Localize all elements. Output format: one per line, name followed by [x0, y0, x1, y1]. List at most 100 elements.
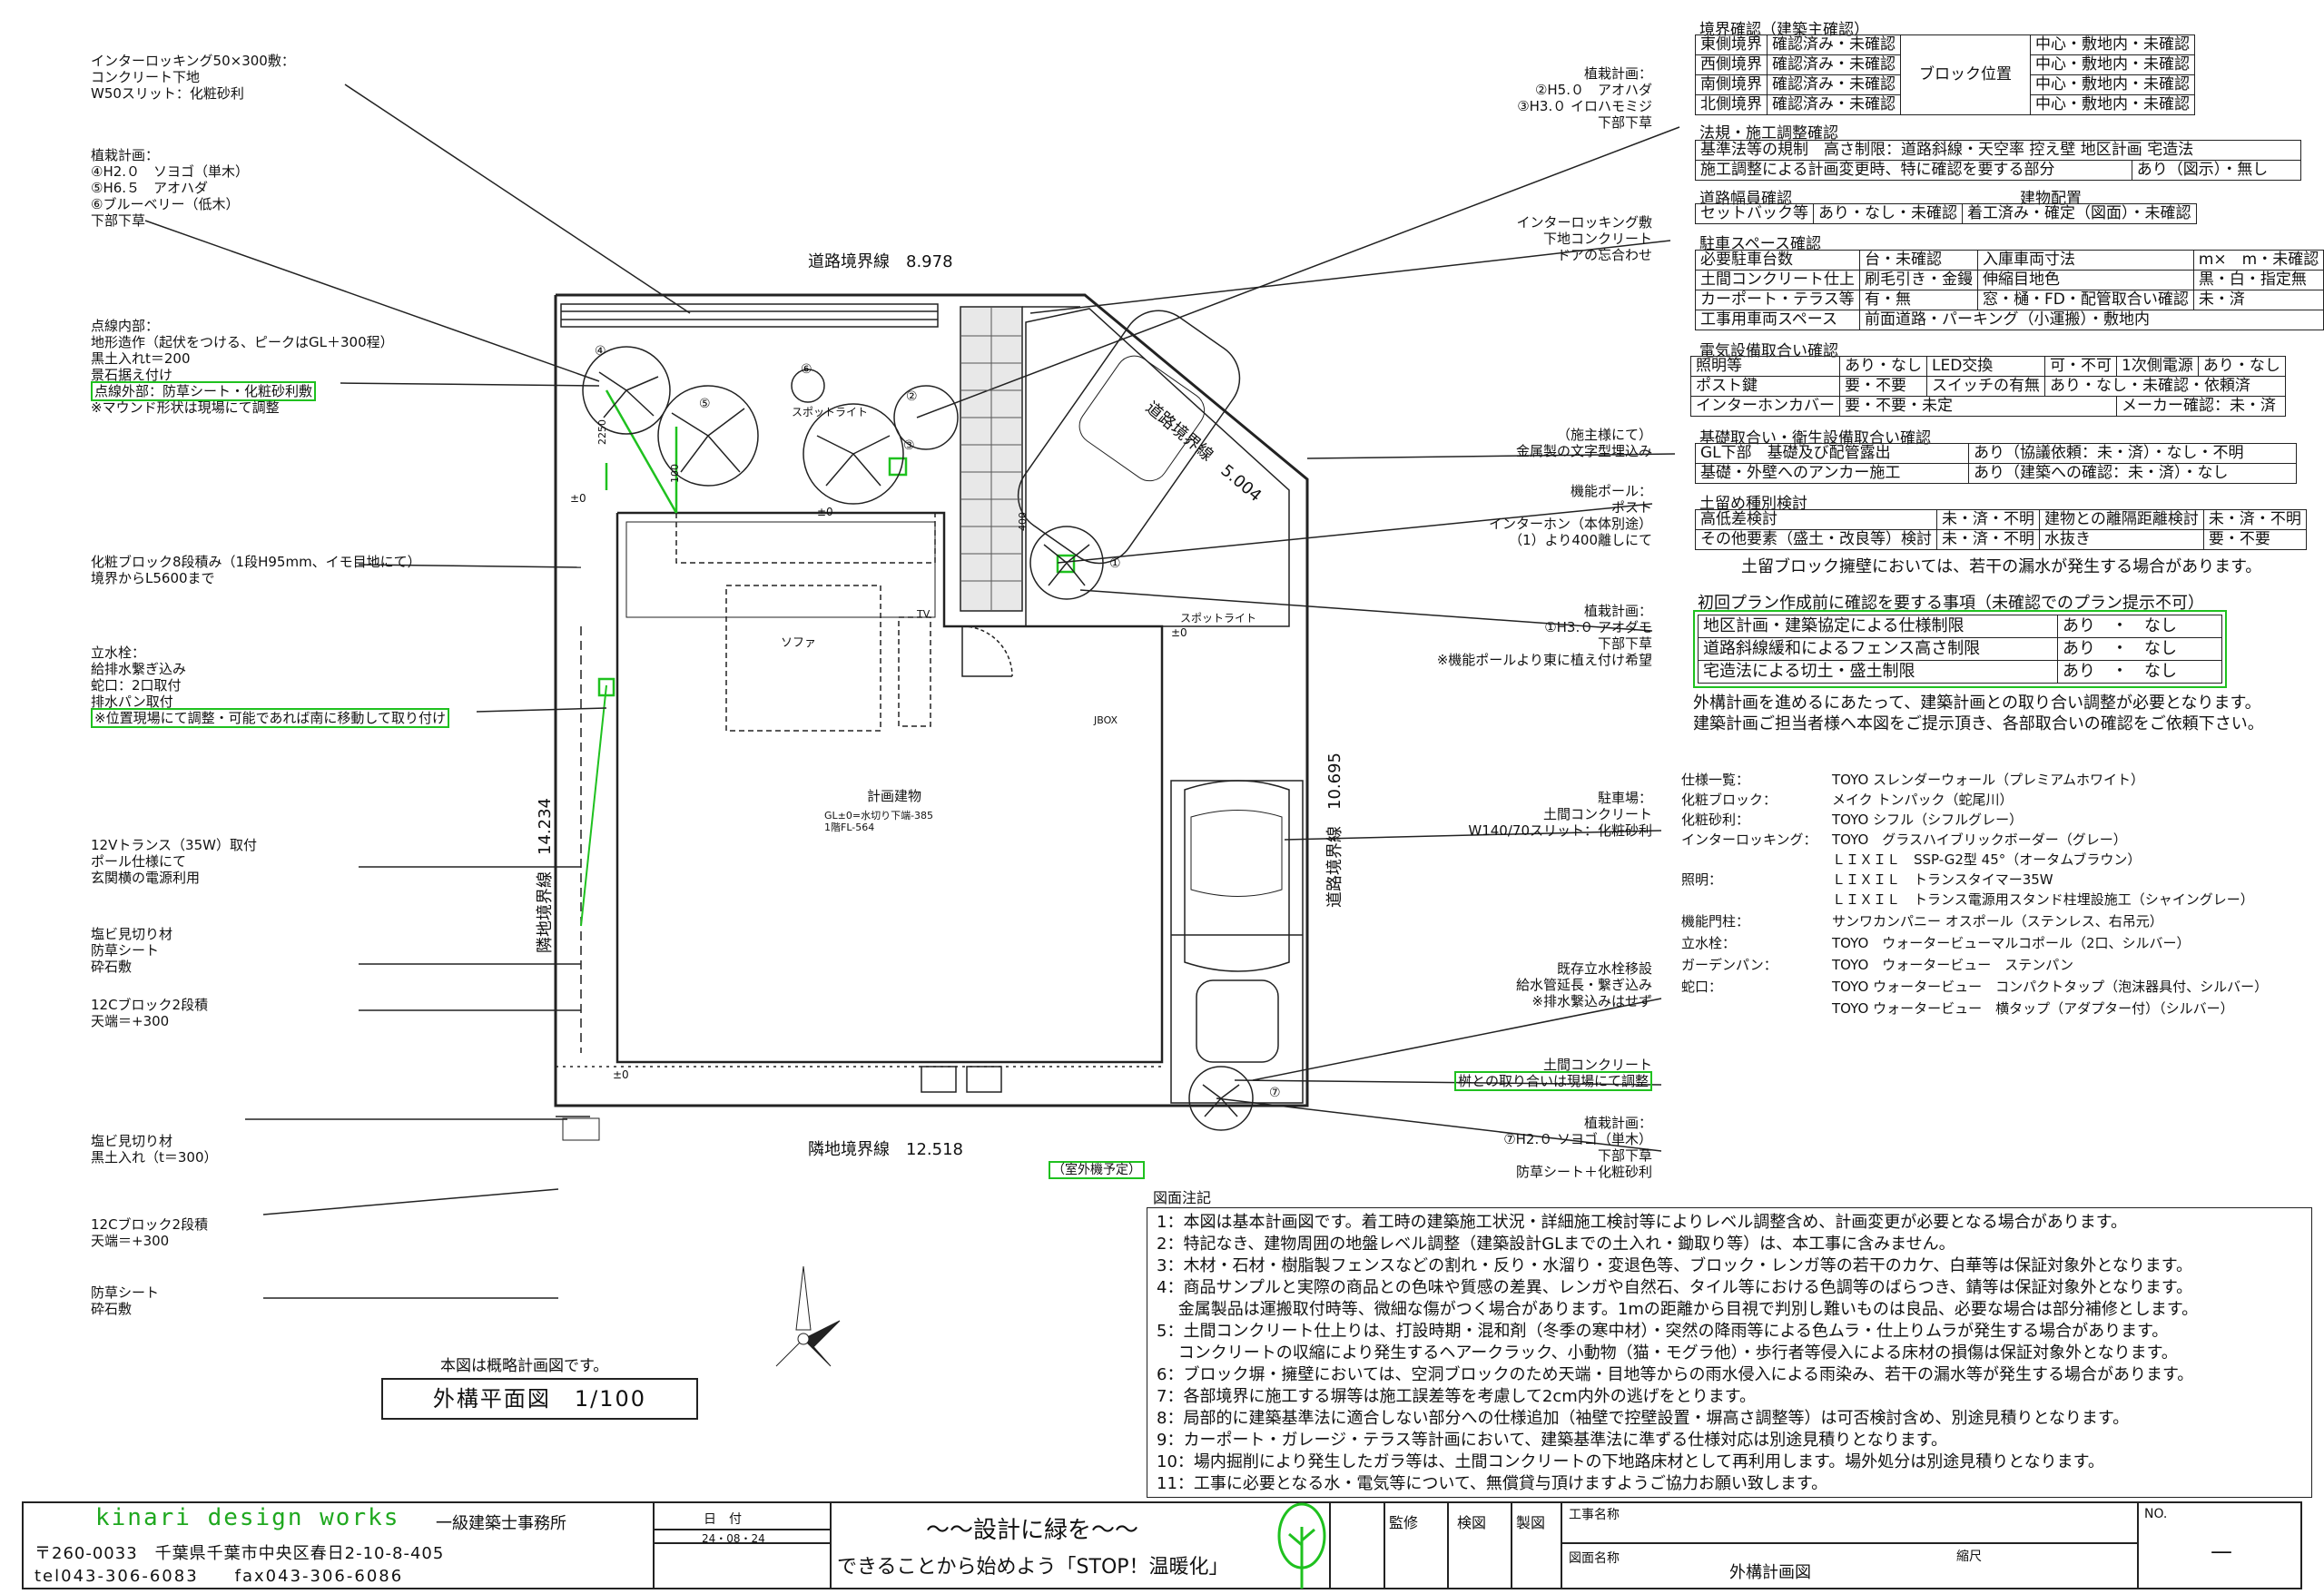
parking-cell: 台・未確認	[1859, 250, 1978, 271]
law-row: 施工調整による計画変更時、特に確認を要する部分	[1695, 160, 2132, 181]
site-boundary	[554, 293, 1309, 1107]
ann-line: 既存立水栓移設	[1556, 960, 1652, 977]
annotation-weed-sheet: 防草シート 砕石敷	[91, 1284, 159, 1317]
highlight-outer-area: 点線外部：防草シート・化粧砂利敷	[91, 381, 317, 401]
note-item: 7：各部境界に施工する塀等は施工誤差等を考慮して2cm内外の逃げをとります。	[1157, 1387, 1756, 1406]
date-value: 24・08・24	[702, 1532, 765, 1545]
parking-cell: 有・無	[1859, 290, 1978, 310]
electric-cell: LED交換	[1926, 356, 2045, 377]
ann-line: 砕石敷	[91, 1301, 133, 1317]
ann-line: 下部下草	[1597, 114, 1652, 131]
scale-label: 縮尺	[1956, 1550, 1982, 1564]
spec-value: TOYO ウォータービューマルコポール（2口、シルバー）	[1832, 935, 2191, 951]
spotlight-label-1: スポットライト	[792, 406, 869, 418]
tree-logo-icon	[1277, 1502, 1326, 1589]
ann-line: ポール仕様にて	[91, 853, 187, 870]
highlight-faucet-note: ※位置現場にて調整・可能であれば南に移動して取り付け	[91, 708, 449, 728]
road-boundary-right-label: 道路境界線 10.695	[1325, 753, 1344, 908]
ann-line: 防草シート	[91, 942, 160, 959]
foundation-cell: GL下部 基礎及び配管露出	[1695, 443, 1969, 464]
outdoor-unit-label: （室外機予定）	[1049, 1161, 1145, 1179]
annotation-concrete: 土間コンクリート 桝との取り合いは現場にて調整	[1362, 1057, 1652, 1091]
spec-label: 仕様一覧：	[1681, 772, 1750, 788]
retaining-cell: 水抜き	[2039, 529, 2204, 550]
ann-line: ③H3.０ イロハモミジ	[1517, 98, 1652, 114]
initial-cell: あり ・ なし	[2057, 660, 2222, 684]
ann-line: 駐車場：	[1597, 790, 1652, 806]
tv-outline	[898, 616, 931, 727]
spec-label: 照明：	[1681, 871, 1723, 888]
note-item: 3：木材・石材・樹脂製フェンスなどの割れ・反り・水溜り・変退色等、ブロック・レン…	[1157, 1256, 2192, 1275]
ann-line: 玄関横の電源利用	[91, 870, 201, 886]
spec-label: 化粧砂利：	[1681, 812, 1750, 828]
boundary-status: 確認済み・未確認	[1767, 74, 1901, 95]
boundary-center: 中心・敷地内・未確認	[2030, 54, 2195, 75]
boundary-status: 確認済み・未確認	[1767, 94, 1901, 115]
retaining-table: 高低差検討 未・済・不明 建物との離隔距離検討 未・済・不明 その他要素（盛土・改良等…	[1695, 509, 2307, 550]
parking-cell: 入庫車両寸法	[1977, 250, 2194, 271]
ann-line: ※排水繋込みはせず	[1531, 993, 1652, 1009]
ann-line: 立水栓：	[91, 644, 146, 661]
annotation-dotted-area: 点線内部： 地形造作（起伏をつける、ピークはGL＋300程） 黒土入れt＝200…	[91, 318, 394, 416]
ann-line: 機能ポール：	[1570, 483, 1652, 499]
parking-cell: カーポート・テラス等	[1695, 290, 1860, 310]
neighbor-boundary-left-label: 隣地境界線 14.234	[536, 798, 555, 953]
boundary-name: 北側境界	[1695, 94, 1768, 115]
ann-line: ④H2.０ ソヨゴ（単木）	[91, 163, 250, 180]
boundary-center: 中心・敷地内・未確認	[2030, 94, 2195, 115]
parking-cell: 未・済	[2192, 290, 2324, 310]
spec-value: TOYO ウォータービュー 横タップ（アダプター付）（シルバー）	[1832, 1000, 2234, 1017]
ann-line: ※マウンド形状は現場にて調整	[91, 399, 280, 416]
road-table: セットバック等 あり・なし・未確認 着工済み・確定（図面）・未確認	[1695, 203, 2197, 224]
spec-label: 蛇口：	[1681, 979, 1723, 995]
electric-cell: 可・不可	[2044, 356, 2117, 377]
car-right	[1184, 780, 1290, 972]
parking-cell: 刷毛引き・金鏝	[1859, 270, 1978, 290]
annotation-parking: 駐車場： 土間コンクリート W140/70スリット：化粧砂利	[1362, 790, 1652, 839]
ann-line: インターロッキング敷	[1516, 214, 1652, 231]
ann-line: インターロッキング50×300敷：	[91, 53, 295, 69]
note-item: 9：カーポート・ガレージ・テラス等計画において、建築基準法に準ずる仕様対応は別途…	[1157, 1431, 1947, 1450]
building-label: 計画建物	[867, 788, 922, 804]
spec-label: 立水栓：	[1681, 935, 1737, 951]
boundary-name: 南側境界	[1695, 74, 1768, 95]
tree-number-2: ②	[906, 389, 918, 404]
boundary-name: 東側境界	[1695, 34, 1768, 55]
retaining-cell: その他要素（盛土・改良等）検討	[1695, 529, 1937, 550]
ann-line: 土間コンクリート	[1542, 806, 1652, 822]
ann-line: 給水管延長・繋ぎ込み	[1515, 977, 1652, 993]
ann-line: 下部下草	[1597, 635, 1652, 652]
ann-line: 防草シート＋化粧砂利	[1515, 1164, 1652, 1180]
law-table: 基準法等の規制 高さ制限：道路斜線・天空率 控え壁 地区計画 宅造法 施工調整に…	[1695, 140, 2302, 181]
annotation-metal-letters: （施主様にて） 金属製の文字型埋込み	[1362, 427, 1652, 459]
retaining-cell: 要・不要	[2202, 529, 2307, 550]
ann-line: 地形造作（起伏をつける、ピークはGL＋300程）	[91, 334, 394, 350]
spec-label: インターロッキング：	[1681, 831, 1817, 848]
parking-cell: 必要駐車台数	[1695, 250, 1860, 271]
level-label: ±0	[1171, 626, 1187, 639]
notes-body: 1：本図は基本計画図です。着工時の建築施工状況・詳細施工検討等によりレベル調整含…	[1157, 1212, 2320, 1495]
annotation-faucet: 立水栓： 給排水繋ぎ込み 蛇口：2口取付 排水パン取付 ※位置現場にて調整・可能…	[91, 644, 449, 728]
ann-line: 植栽計画：	[1583, 65, 1652, 82]
ann-line: ⑥ブルーベリー（低木）	[91, 196, 240, 212]
ann-line: 砕石敷	[91, 959, 133, 975]
ann-line: 下部下草	[91, 212, 146, 229]
ann-line: インターホン（本体別途）	[1488, 516, 1652, 532]
date-label: 日 付	[704, 1512, 742, 1527]
dimension-2250: 2250	[596, 419, 608, 445]
foundation-cell: 基礎・外壁へのアンカー施工	[1695, 463, 1969, 484]
neighbor-boundary-bottom-label: 隣地境界線 12.518	[808, 1140, 963, 1159]
spec-value: サンワカンパニー オスポール（ステンレス、右吊元）	[1832, 913, 2163, 930]
tv-label: TV	[917, 608, 931, 620]
annotation-transformer: 12Vトランス（35W）取付 ポール仕様にて 玄関横の電源利用	[91, 837, 257, 886]
electric-cell: 1次側電源	[2116, 356, 2199, 377]
spec-value: ＬＩＸＩＬ トランスタイマー35W	[1832, 871, 2053, 888]
electric-cell: メーカー確認：未・済	[2116, 396, 2286, 417]
boundary-status: 確認済み・未確認	[1767, 34, 1901, 55]
slogan-1: ～～設計に緑を～～	[926, 1517, 1139, 1544]
parking-table: 必要駐車台数 台・未確認 入庫車両寸法 m× m・未確認 土間コンクリート仕上 刷毛引き…	[1695, 250, 2324, 330]
spec-value: TOYO スレンダーウォール（プレミアムホワイト）	[1832, 772, 2145, 788]
ann-line: ポスト	[1610, 499, 1652, 516]
level-label: ±0	[613, 1068, 629, 1081]
slogan-2: できることから始めよう「STOP！温暖化」	[837, 1556, 1229, 1579]
